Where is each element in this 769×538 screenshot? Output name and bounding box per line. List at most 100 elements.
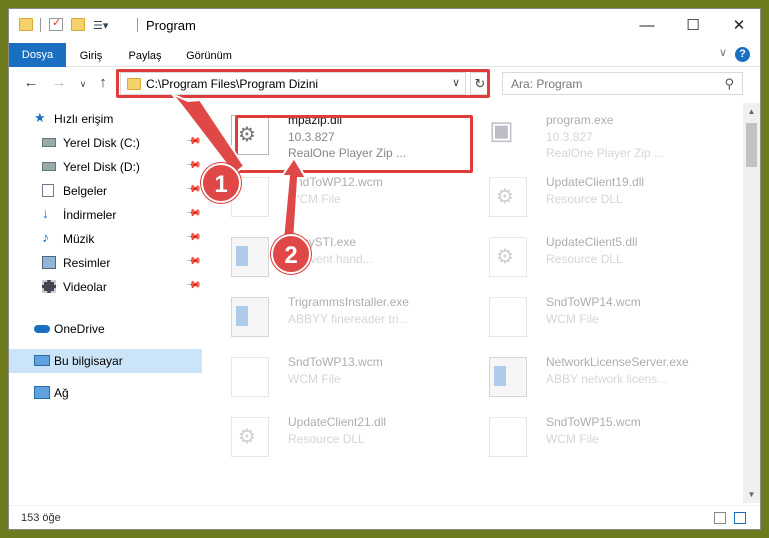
computer-icon <box>34 355 50 366</box>
pin-icon[interactable]: 📌 <box>185 157 202 174</box>
file-detail: 10.3.827 <box>546 130 593 144</box>
sidebar-item-label: Yerel Disk (C:) <box>63 136 140 150</box>
pin-icon[interactable]: 📌 <box>185 205 202 222</box>
sidebar-item-downloads[interactable]: ↓ İndirmeler 📌 <box>9 203 202 227</box>
file-item[interactable]: TrigrammsInstaller.exe ABBYY finereader … <box>213 291 443 341</box>
tab-home[interactable]: Giriş <box>69 45 113 67</box>
file-detail: ABBY network licens... <box>546 372 668 386</box>
network-icon <box>34 386 50 399</box>
music-icon: ♪ <box>42 229 49 245</box>
sidebar-item-label: Hızlı erişim <box>54 112 114 126</box>
file-highlight-box <box>235 115 473 173</box>
dll-gear-icon: ⚙ <box>489 237 527 277</box>
exe-icon: ▣ <box>489 115 514 145</box>
navigation-bar: ← → ∨ ↑ C:\Program Files\Program Dizini … <box>9 67 760 101</box>
customize-quick-access-icon[interactable]: ☰▾ <box>93 18 111 32</box>
pin-icon[interactable]: 📌 <box>185 229 202 246</box>
properties-icon[interactable]: ✓ <box>49 17 63 31</box>
scroll-down-icon[interactable]: ▼ <box>743 490 760 499</box>
drive-icon <box>42 138 56 147</box>
sidebar-item-disk-d[interactable]: Yerel Disk (D:) 📌 <box>9 155 202 179</box>
close-button[interactable]: ✕ <box>716 9 760 41</box>
file-item[interactable]: ⚙ UpdateClient5.dll Resource DLL <box>471 231 701 281</box>
file-item[interactable]: SndToWP15.wcm WCM File <box>471 411 701 461</box>
sidebar-item-disk-c[interactable]: Yerel Disk (C:) 📌 <box>9 131 202 155</box>
file-detail: WCM File <box>546 432 599 446</box>
document-icon <box>489 297 527 337</box>
file-name: TrigrammsInstaller.exe <box>288 295 409 309</box>
file-item[interactable]: NetworkLicenseServer.exe ABBY network li… <box>471 351 701 401</box>
documents-icon <box>42 184 54 197</box>
help-button[interactable]: ? <box>735 47 750 62</box>
file-item[interactable]: ⚙ UpdateClient19.dll Resource DLL <box>471 171 701 221</box>
file-name: NetworkLicenseServer.exe <box>546 355 689 369</box>
item-count: 153 öğe <box>21 512 61 524</box>
file-name: program.exe <box>546 113 614 127</box>
tab-file[interactable]: Dosya <box>9 43 66 67</box>
divider <box>40 18 41 32</box>
cloud-icon <box>34 325 50 333</box>
pin-icon[interactable]: 📌 <box>185 133 202 150</box>
vertical-scrollbar[interactable]: ▲ ▼ <box>743 103 760 503</box>
sidebar-item-quick-access[interactable]: ★ Hızlı erişim <box>9 107 202 131</box>
window-app-icon <box>231 237 269 277</box>
window-title: Program <box>146 18 196 33</box>
sidebar-item-label: Belgeler <box>63 184 108 198</box>
file-detail: RealOne Player Zip ... <box>546 146 665 160</box>
file-detail: ABBYY finereader tri... <box>288 312 409 326</box>
address-highlight-box <box>116 69 490 98</box>
up-arrow-icon[interactable]: ↑ <box>93 74 113 91</box>
back-arrow-icon[interactable]: ← <box>21 74 41 91</box>
new-folder-icon[interactable] <box>71 18 85 31</box>
large-icons-view-icon[interactable] <box>734 512 746 524</box>
title-bar: ✓ ☰▾ Program — ☐ ✕ <box>9 9 760 41</box>
window-app-icon <box>231 297 269 337</box>
pin-icon[interactable]: 📌 <box>185 253 202 270</box>
search-icon: ⚲ <box>724 76 734 91</box>
sidebar-item-music[interactable]: ♪ Müzik 📌 <box>9 227 202 251</box>
file-name: SndToWP12.wcm <box>288 175 383 189</box>
sidebar-item-this-pc[interactable]: Bu bilgisayar <box>9 349 202 373</box>
file-item[interactable]: ⚙ UpdateClient21.dll Resource DLL <box>213 411 443 461</box>
maximize-button[interactable]: ☐ <box>670 9 716 41</box>
file-list: ⚙ mpazip.dll 10.3.827 RealOne Player Zip… <box>213 103 743 503</box>
ribbon: Dosya Giriş Paylaş Görünüm ∨ ? <box>9 41 760 67</box>
dll-gear-icon: ⚙ <box>489 177 527 217</box>
file-detail: WCM File <box>546 312 599 326</box>
tab-share[interactable]: Paylaş <box>121 45 169 67</box>
sidebar-item-documents[interactable]: Belgeler 📌 <box>9 179 202 203</box>
details-view-icon[interactable] <box>714 512 726 524</box>
chevron-down-icon[interactable]: ∨ <box>719 46 727 59</box>
sidebar-item-label: Videolar <box>63 280 107 294</box>
file-name: SndToWP15.wcm <box>546 415 641 429</box>
sidebar-item-onedrive[interactable]: OneDrive <box>9 317 202 341</box>
drive-icon <box>42 162 56 171</box>
sidebar-item-label: İndirmeler <box>63 208 117 222</box>
file-detail: Resource DLL <box>288 432 365 446</box>
minimize-button[interactable]: — <box>624 9 670 41</box>
search-input[interactable]: Ara: Program ⚲ <box>502 72 743 95</box>
sidebar-item-network[interactable]: Ağ <box>9 381 202 405</box>
file-item[interactable]: SndToWP14.wcm WCM File <box>471 291 701 341</box>
document-icon <box>231 357 269 397</box>
file-detail: Resource DLL <box>546 192 623 206</box>
sidebar-item-pictures[interactable]: Resimler 📌 <box>9 251 202 275</box>
file-name: SndToWP14.wcm <box>546 295 641 309</box>
sidebar-item-videos[interactable]: Videolar 📌 <box>9 275 202 299</box>
scrollbar-thumb[interactable] <box>746 123 757 167</box>
recent-locations-icon[interactable]: ∨ <box>73 79 93 90</box>
file-detail: WCM File <box>288 372 341 386</box>
file-item[interactable]: ▣ program.exe 10.3.827 RealOne Player Zi… <box>471 109 701 160</box>
pin-icon[interactable]: 📌 <box>185 181 202 198</box>
callout-1: 1 <box>201 163 241 203</box>
file-item[interactable]: SndToWP12.wcm WCM File <box>213 171 443 221</box>
pin-icon[interactable]: 📌 <box>185 277 202 294</box>
pictures-icon <box>42 256 56 269</box>
tab-view[interactable]: Görünüm <box>177 45 241 67</box>
dll-gear-icon: ⚙ <box>231 417 269 457</box>
file-item[interactable]: SndToWP13.wcm WCM File <box>213 351 443 401</box>
file-item[interactable]: EasySTI.exe sti event hand... <box>213 231 443 281</box>
file-name: UpdateClient5.dll <box>546 235 638 249</box>
scroll-up-icon[interactable]: ▲ <box>743 107 760 116</box>
forward-arrow-icon[interactable]: → <box>49 74 69 91</box>
